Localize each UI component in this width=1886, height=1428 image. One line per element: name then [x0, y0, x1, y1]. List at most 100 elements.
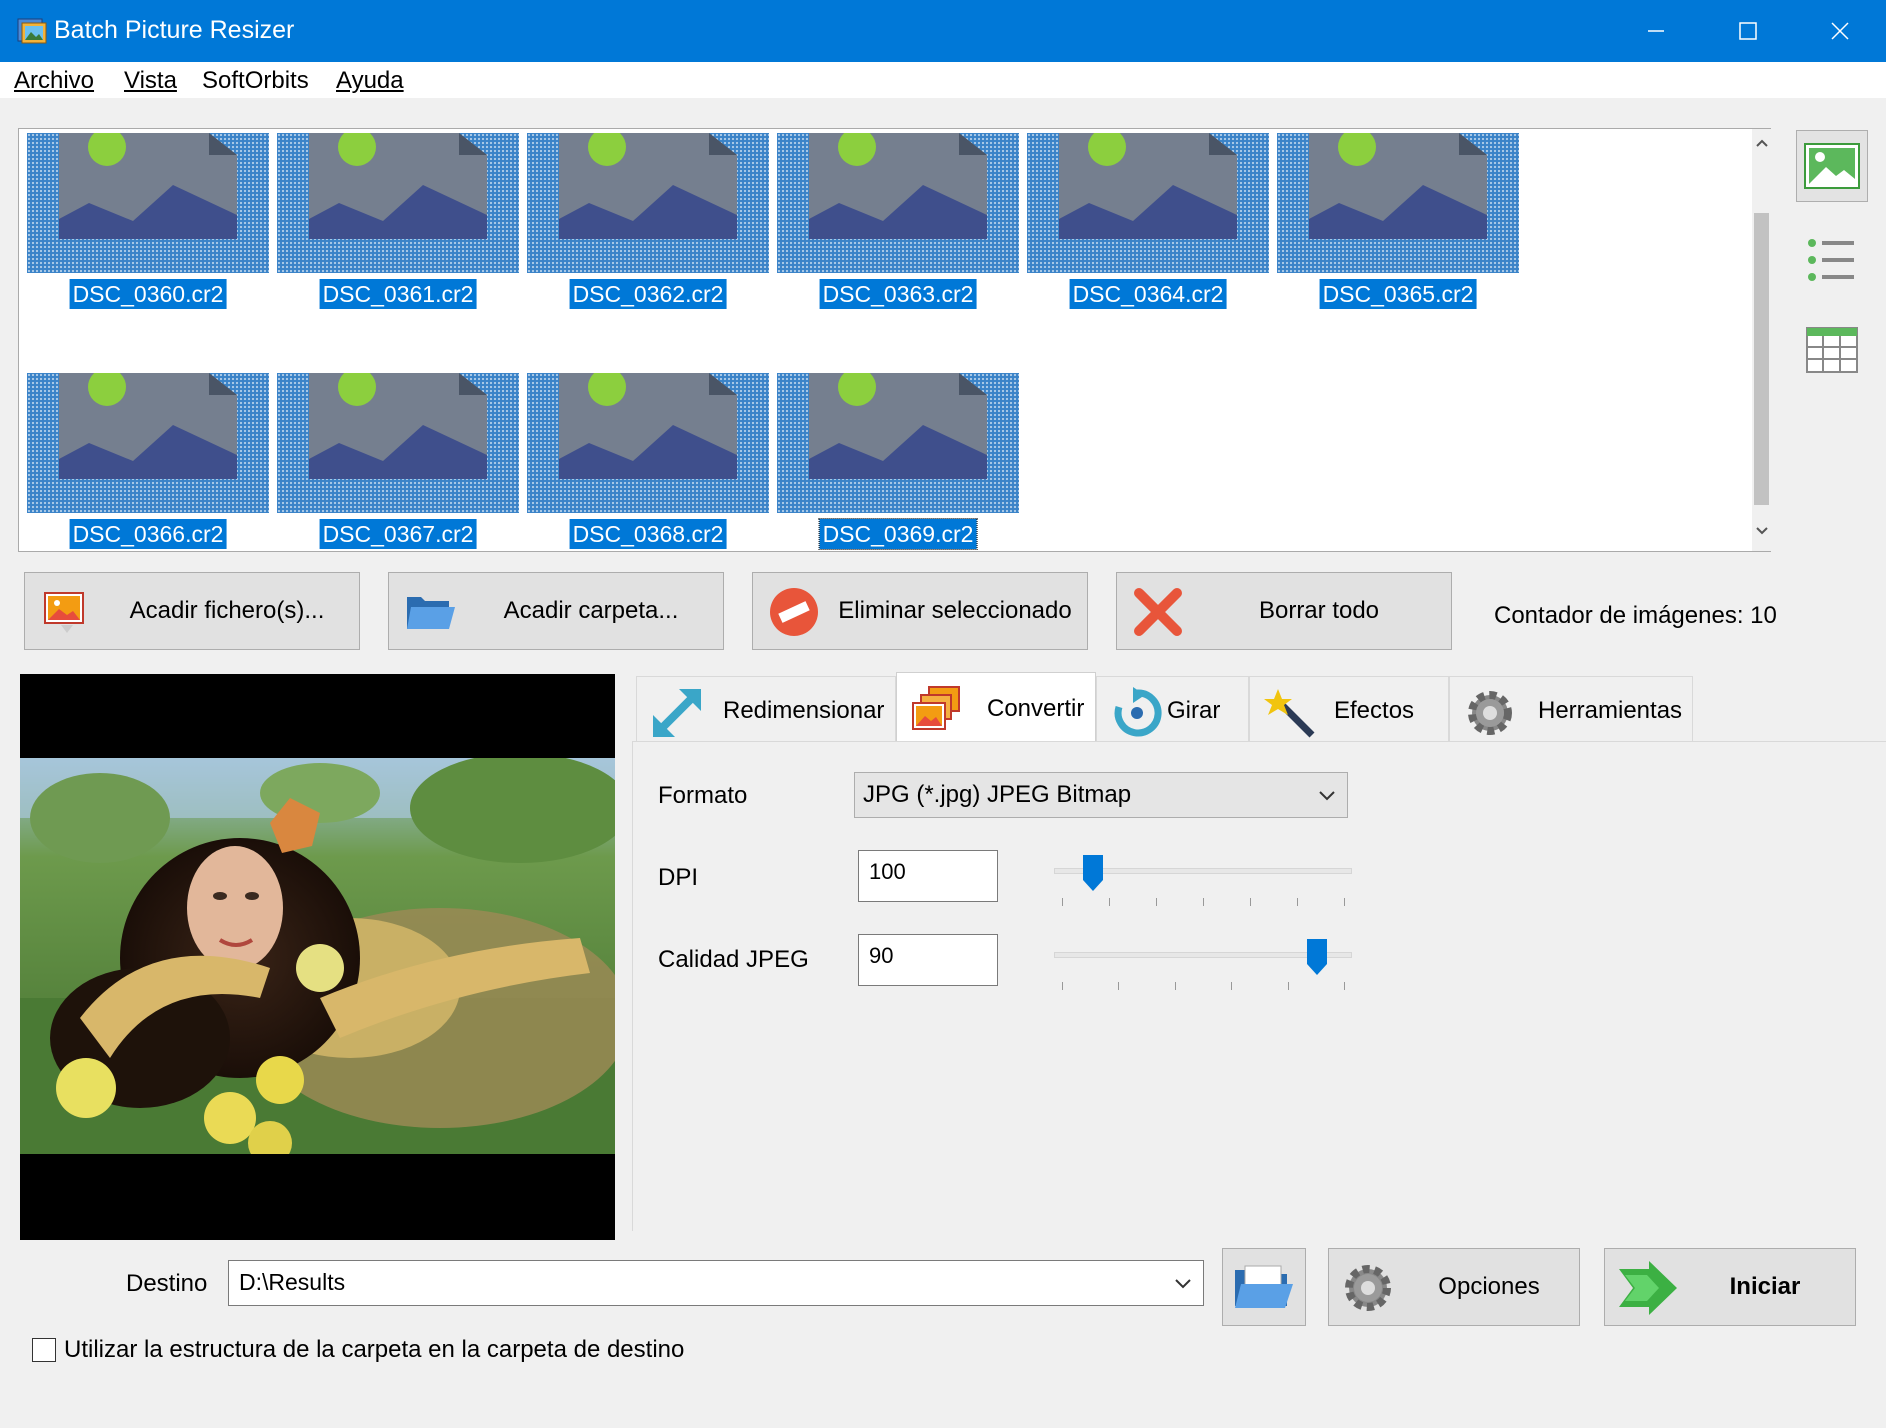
folder-structure-checkbox[interactable]: [32, 1338, 56, 1362]
convert-images-icon: [912, 686, 960, 730]
add-files-button[interactable]: Acadir fichero(s)...: [24, 572, 360, 650]
scroll-down-button[interactable]: [1752, 523, 1771, 543]
slider-tick: [1344, 898, 1345, 906]
list-view-button[interactable]: [1796, 224, 1868, 296]
thumbnail-label: DSC_0366.cr2: [69, 519, 227, 549]
window-title: Batch Picture Resizer: [54, 16, 295, 44]
slider-tick: [1175, 982, 1176, 990]
remove-icon: [770, 588, 818, 636]
add-image-icon: [44, 592, 84, 633]
slider-tick: [1118, 982, 1119, 990]
dpi-slider-thumb[interactable]: [1082, 854, 1104, 892]
destination-value: D:\Results: [239, 1269, 346, 1295]
remove-selected-button[interactable]: Eliminar seleccionado: [752, 572, 1088, 650]
title-bar: Batch Picture Resizer: [0, 0, 1886, 62]
menu-vista-label: Vista: [124, 67, 177, 94]
clear-all-label: Borrar todo: [1258, 597, 1380, 624]
slider-tick: [1203, 898, 1204, 906]
scrollbar-thumb[interactable]: [1754, 213, 1769, 505]
menu-ayuda[interactable]: Ayuda: [336, 67, 404, 95]
image-placeholder-icon: [309, 373, 487, 479]
minimize-icon: [1648, 30, 1664, 32]
browse-folder-button[interactable]: [1222, 1248, 1306, 1326]
slider-tick: [1231, 982, 1232, 990]
format-label: Formato: [658, 782, 748, 809]
thumbnail-image: [277, 373, 519, 513]
image-placeholder-icon: [559, 133, 737, 239]
destination-combobox[interactable]: D:\Results: [228, 1260, 1204, 1306]
tab-resize[interactable]: Redimensionar: [636, 676, 896, 742]
options-label: Opciones: [1438, 1273, 1540, 1300]
start-button[interactable]: Iniciar: [1604, 1248, 1856, 1326]
slider-tick: [1156, 898, 1157, 906]
image-placeholder-icon: [809, 373, 987, 479]
menu-softorbits-label: SoftOrbits: [202, 67, 309, 94]
tab-tools[interactable]: Herramientas: [1449, 676, 1693, 742]
chevron-down-icon[interactable]: [1173, 1273, 1193, 1293]
tab-effects[interactable]: Efectos: [1249, 676, 1449, 742]
table-icon: [1806, 327, 1858, 373]
thumbnail-image: [277, 133, 519, 273]
dpi-label: DPI: [658, 864, 699, 891]
jpeg-quality-label: Calidad JPEG: [658, 946, 809, 973]
slider-tick: [1288, 982, 1289, 990]
clear-all-button[interactable]: Borrar todo: [1116, 572, 1452, 650]
gear-icon: [1345, 1265, 1391, 1311]
gear-icon: [1468, 691, 1512, 735]
maximize-button[interactable]: [1702, 0, 1794, 62]
folder-structure-checkbox-row[interactable]: Utilizar la estructura de la carpeta en …: [32, 1336, 684, 1364]
resize-arrows-icon: [653, 689, 701, 737]
image-placeholder-icon: [59, 373, 237, 479]
tab-rotate[interactable]: Girar: [1096, 676, 1249, 742]
close-icon: [1831, 22, 1849, 40]
image-preview: [20, 674, 615, 1240]
dpi-slider[interactable]: [1050, 852, 1356, 912]
list-icon: [1808, 239, 1854, 281]
start-arrow-icon: [1619, 1261, 1677, 1315]
jpeg-quality-slider[interactable]: [1050, 936, 1356, 996]
rotate-icon: [1114, 687, 1162, 737]
thumbnail-image: [1027, 133, 1269, 273]
tab-effects-label: Efectos: [1334, 697, 1415, 724]
thumbnail-image: [27, 373, 269, 513]
image-list[interactable]: DSC_0360.cr2 DSC_0361.cr2 DSC_0362.cr2 DSC_…: [18, 128, 1771, 552]
chevron-up-icon: [1755, 139, 1768, 147]
slider-tick: [1250, 898, 1251, 906]
tab-tools-label: Herramientas: [1538, 697, 1683, 724]
menu-vista[interactable]: Vista: [124, 67, 177, 95]
app-icon: [17, 18, 47, 44]
slider-tick: [1109, 898, 1110, 906]
slider-tick: [1062, 898, 1063, 906]
tab-convert-label: Convertir: [987, 695, 1085, 722]
thumbnail-image: [777, 373, 1019, 513]
tab-resize-label: Redimensionar: [723, 697, 885, 724]
options-button[interactable]: Opciones: [1328, 1248, 1580, 1326]
image-placeholder-icon: [59, 133, 237, 239]
thumbnail-image: [27, 133, 269, 273]
jpeg-quality-input[interactable]: 90: [858, 934, 998, 986]
thumbnail-image: [777, 133, 1019, 273]
folder-structure-label: Utilizar la estructura de la carpeta en …: [64, 1336, 685, 1363]
folder-icon: [407, 597, 455, 629]
thumbnail-view-button[interactable]: [1796, 130, 1868, 202]
image-placeholder-icon: [1059, 133, 1237, 239]
table-view-button[interactable]: [1796, 314, 1868, 386]
close-button[interactable]: [1794, 0, 1886, 62]
minimize-button[interactable]: [1610, 0, 1702, 62]
jpeg-quality-slider-thumb[interactable]: [1306, 938, 1328, 976]
scroll-up-button[interactable]: [1752, 135, 1771, 155]
vertical-scrollbar[interactable]: [1752, 129, 1771, 551]
format-select[interactable]: JPG (*.jpg) JPEG Bitmap: [854, 772, 1348, 818]
menu-archivo[interactable]: Archivo: [14, 67, 94, 95]
tab-rotate-label: Girar: [1167, 697, 1221, 724]
thumbnail-image: [527, 133, 769, 273]
slider-tick: [1062, 982, 1063, 990]
dpi-input[interactable]: 100: [858, 850, 998, 902]
menu-softorbits[interactable]: SoftOrbits: [202, 67, 309, 95]
tab-convert[interactable]: Convertir: [896, 672, 1096, 742]
thumbnail-label: DSC_0365.cr2: [1319, 279, 1477, 309]
thumbnail-label: DSC_0362.cr2: [569, 279, 727, 309]
add-folder-button[interactable]: Acadir carpeta...: [388, 572, 724, 650]
menu-bar: Archivo Vista SoftOrbits Ayuda: [0, 62, 1886, 98]
chevron-down-icon: [1319, 791, 1335, 801]
